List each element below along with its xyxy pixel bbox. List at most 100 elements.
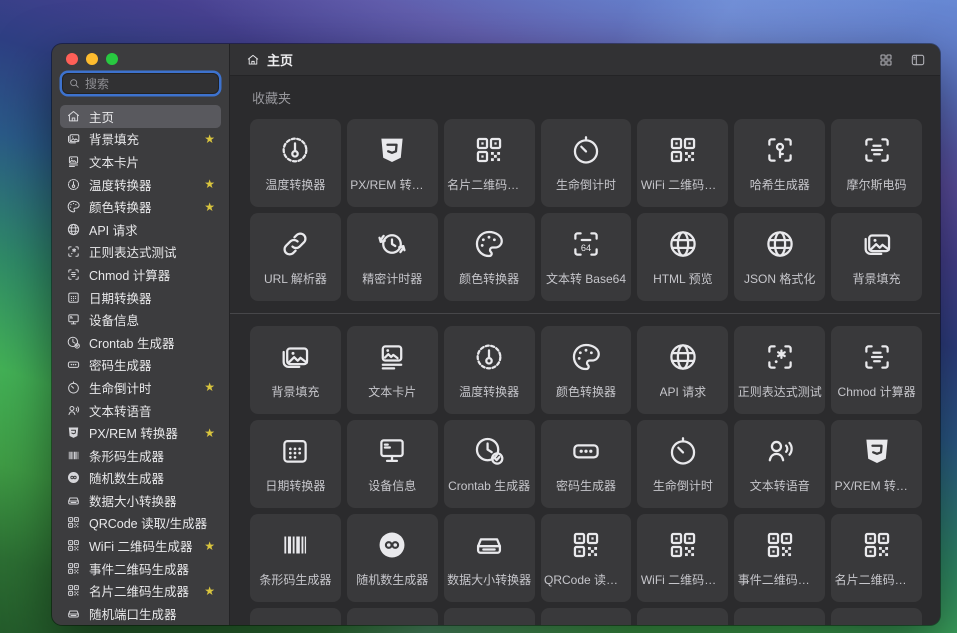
section-divider — [230, 313, 940, 314]
sidebar-item[interactable]: WiFi 二维码生成器★ — [60, 534, 221, 557]
search-field[interactable] — [62, 73, 219, 94]
tool-card[interactable]: Crontab 生成器 — [444, 420, 535, 508]
key-brackets-icon — [763, 133, 797, 167]
tool-card[interactable]: 生命倒计时 — [637, 420, 728, 508]
tool-card[interactable] — [347, 608, 438, 625]
tool-card[interactable]: QRCode 读取/生成器 — [541, 514, 632, 602]
tool-card[interactable]: WiFi 二维码生成器 — [637, 514, 728, 602]
main-content: 收藏夹 温度转换器PX/REM 转换器名片二维码生成器生命倒计时WiFi 二维码… — [230, 76, 940, 625]
sidebar-item[interactable]: Chmod 计算器 — [60, 263, 221, 286]
css-icon — [860, 434, 894, 468]
favorite-star-icon: ★ — [200, 427, 215, 439]
sidebar-item[interactable]: 颜色转换器★ — [60, 195, 221, 218]
sidebar-item[interactable]: 设备信息 — [60, 308, 221, 331]
palette-icon — [66, 199, 81, 214]
toggle-panel-icon[interactable] — [910, 52, 926, 68]
tool-card[interactable]: 颜色转换器 — [444, 213, 535, 301]
tool-card[interactable]: URL 解析器 — [250, 213, 341, 301]
sidebar-item-label: WiFi 二维码生成器 — [89, 536, 192, 555]
sidebar-item-label: Crontab 生成器 — [89, 333, 174, 352]
tool-card[interactable] — [444, 608, 535, 625]
tool-card[interactable]: 随机数生成器 — [347, 514, 438, 602]
sidebar-item-label: 颜色转换器 — [89, 197, 152, 216]
tool-card[interactable]: HTML 预览 — [637, 213, 728, 301]
sidebar-item[interactable]: 主页 — [60, 105, 221, 128]
sidebar-item-label: 名片二维码生成器 — [89, 581, 189, 600]
tool-card[interactable]: 温度转换器 — [250, 119, 341, 207]
tool-card[interactable]: 精密计时器 — [347, 213, 438, 301]
sidebar-item[interactable]: Crontab 生成器 — [60, 331, 221, 354]
tool-card[interactable]: 哈希生成器 — [734, 119, 825, 207]
sidebar-item[interactable]: 随机端口生成器 — [60, 602, 221, 625]
sidebar-item[interactable]: 密码生成器 — [60, 354, 221, 377]
tool-card[interactable]: API 请求 — [637, 326, 728, 414]
tool-card[interactable]: 事件二维码生成器 — [734, 514, 825, 602]
tool-card[interactable] — [734, 608, 825, 625]
tool-card-label: 名片二维码生成器 — [835, 571, 919, 588]
images-icon — [278, 340, 312, 374]
tool-card[interactable]: 文本卡片 — [347, 326, 438, 414]
tool-card[interactable] — [637, 608, 728, 625]
tool-card[interactable]: 背景填充 — [831, 213, 922, 301]
tool-card[interactable]: PX/REM 转换器 — [831, 420, 922, 508]
tool-card[interactable]: 条形码生成器 — [250, 514, 341, 602]
sidebar-item[interactable]: API 请求 — [60, 218, 221, 241]
tool-card[interactable]: 文本转语音 — [734, 420, 825, 508]
clock-sync-icon — [375, 227, 409, 261]
grid-view-icon[interactable] — [878, 52, 894, 68]
tool-card[interactable]: 正则表达式测试 — [734, 326, 825, 414]
sidebar-item[interactable]: QRCode 读取/生成器 — [60, 512, 221, 535]
sidebar-item-label: 设备信息 — [89, 310, 139, 329]
tool-card[interactable] — [541, 608, 632, 625]
favorite-star-icon: ★ — [200, 381, 215, 393]
search-input[interactable] — [81, 77, 213, 91]
tool-card[interactable] — [250, 608, 341, 625]
sidebar-item[interactable]: 名片二维码生成器★ — [60, 579, 221, 602]
sidebar-item[interactable]: 随机数生成器 — [60, 467, 221, 490]
sidebar-item-label: 条形码生成器 — [89, 446, 164, 465]
sidebar-item[interactable]: 事件二维码生成器 — [60, 557, 221, 580]
tool-card[interactable]: 生命倒计时 — [541, 119, 632, 207]
tool-card-label: 名片二维码生成器 — [447, 176, 531, 193]
tool-card[interactable] — [831, 608, 922, 625]
tool-card[interactable]: 密码生成器 — [541, 420, 632, 508]
sidebar-item[interactable]: 日期转换器 — [60, 286, 221, 309]
sidebar-item[interactable]: 生命倒计时 ★ — [60, 376, 221, 399]
tool-card[interactable]: 日期转换器 — [250, 420, 341, 508]
zoom-button[interactable] — [106, 53, 118, 65]
sidebar-item-label: 生命倒计时 — [89, 378, 152, 397]
app-window: 主页背景填充★文本卡片温度转换器★颜色转换器★API 请求正则表达式测试Chmo… — [52, 44, 940, 625]
tool-card[interactable]: 摩尔斯电码 — [831, 119, 922, 207]
sidebar-item[interactable]: 条形码生成器 — [60, 444, 221, 467]
tool-card[interactable]: JSON 格式化 — [734, 213, 825, 301]
infinity-icon — [66, 470, 81, 485]
tool-card[interactable]: PX/REM 转换器 — [347, 119, 438, 207]
tool-card[interactable]: 温度转换器 — [444, 326, 535, 414]
sidebar-item[interactable]: 文本转语音 — [60, 399, 221, 422]
tool-card[interactable]: 名片二维码生成器 — [444, 119, 535, 207]
sidebar-item[interactable]: 背景填充★ — [60, 128, 221, 151]
tool-card[interactable]: 背景填充 — [250, 326, 341, 414]
tool-card[interactable]: 数据大小转换器 — [444, 514, 535, 602]
tool-card[interactable]: Chmod 计算器 — [831, 326, 922, 414]
tool-card[interactable]: 颜色转换器 — [541, 326, 632, 414]
sidebar-item-label: 正则表达式测试 — [89, 242, 177, 261]
globe-icon — [66, 222, 81, 237]
tool-card-label: PX/REM 转换器 — [350, 176, 434, 193]
minimize-button[interactable] — [86, 53, 98, 65]
calendar-icon — [66, 290, 81, 305]
text-card-icon — [66, 154, 81, 169]
close-button[interactable] — [66, 53, 78, 65]
sidebar-item[interactable]: 文本卡片 — [60, 150, 221, 173]
sidebar-item[interactable]: 温度转换器★ — [60, 173, 221, 196]
qr-icon — [66, 561, 81, 576]
sidebar-item[interactable]: 数据大小转换器 — [60, 489, 221, 512]
sidebar-item[interactable]: PX/REM 转换器★ — [60, 421, 221, 444]
tool-card-label: 设备信息 — [368, 477, 416, 494]
tool-card[interactable]: WiFi 二维码生成器 — [637, 119, 728, 207]
tool-card[interactable]: 名片二维码生成器 — [831, 514, 922, 602]
tool-card-label: 文本转语音 — [750, 477, 810, 494]
tool-card[interactable]: 设备信息 — [347, 420, 438, 508]
sidebar-item[interactable]: 正则表达式测试 — [60, 241, 221, 264]
tool-card[interactable]: 64文本转 Base64 — [541, 213, 632, 301]
